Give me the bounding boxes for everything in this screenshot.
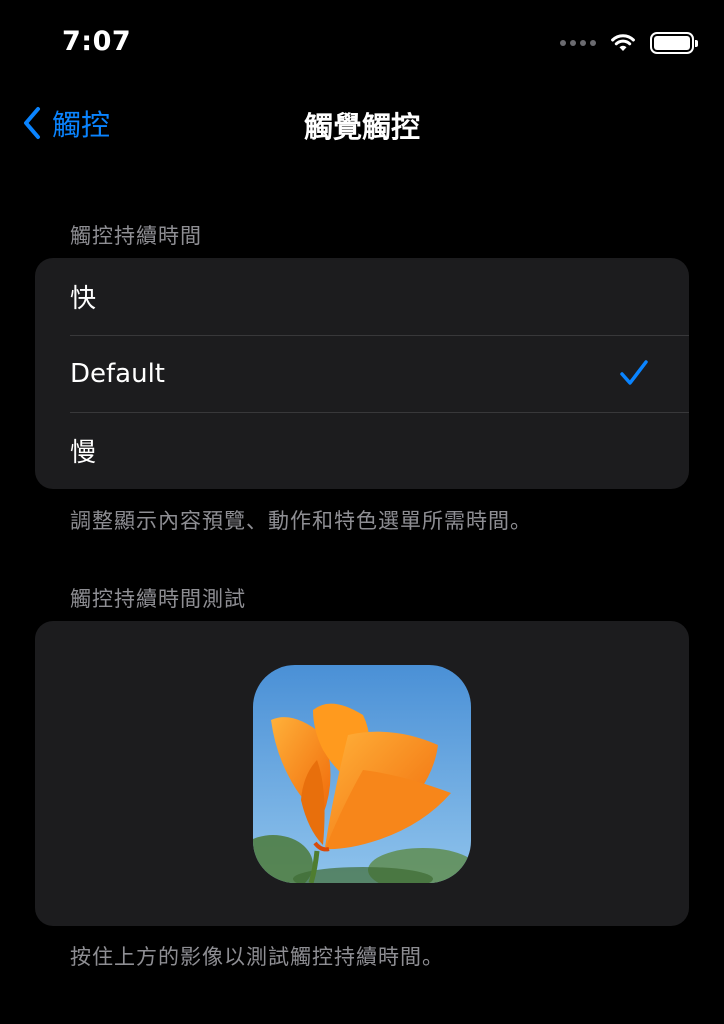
- test-photo[interactable]: [253, 665, 471, 883]
- test-section-footer: 按住上方的影像以測試觸控持續時間。: [70, 945, 444, 969]
- duration-options-group: 快 Default 慢: [35, 258, 689, 489]
- page-title: 觸覺觸控: [303, 110, 420, 144]
- duration-option-label: 快: [70, 284, 97, 314]
- test-section-header: 觸控持續時間測試: [70, 587, 246, 611]
- duration-section-footer: 調整顯示內容預覽、動作和特色選單所需時間。: [70, 509, 532, 533]
- orange-poppy-photo-icon: [253, 665, 471, 883]
- screen: 7:07 觸控 觸覺觸控 觸控持續時間 快 Default 慢 調整顯示內容預覽…: [0, 0, 724, 1024]
- duration-option-label: 慢: [70, 438, 97, 468]
- duration-section-header: 觸控持續時間: [70, 224, 202, 248]
- duration-option-label: Default: [70, 358, 165, 389]
- duration-option-fast[interactable]: 快: [35, 258, 689, 335]
- checkmark-icon: [620, 360, 648, 385]
- status-indicators: [560, 32, 698, 54]
- duration-option-default[interactable]: Default: [35, 335, 689, 412]
- duration-option-slow[interactable]: 慢: [35, 412, 689, 489]
- status-time: 7:07: [62, 26, 132, 57]
- cellular-signal-icon: [560, 40, 596, 46]
- wifi-icon: [610, 33, 636, 53]
- test-image-group: [35, 621, 689, 926]
- battery-icon: [650, 32, 698, 54]
